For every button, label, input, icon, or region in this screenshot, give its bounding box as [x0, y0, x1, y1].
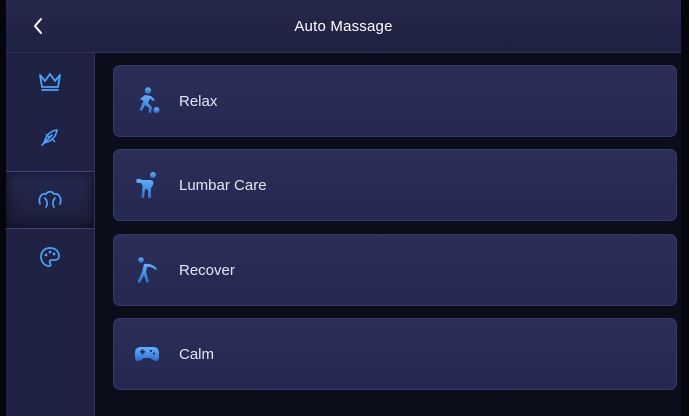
program-recover[interactable]: Recover [113, 234, 677, 306]
program-label: Recover [179, 261, 235, 279]
program-list: Relax Lumbar Care Recover Calm [95, 53, 681, 416]
program-calm[interactable]: Calm [113, 318, 677, 390]
chevron-left-icon [34, 18, 42, 34]
sidebar-item-themes[interactable] [6, 229, 94, 285]
sidebar [6, 53, 95, 416]
muscle-icon [38, 190, 62, 208]
program-label: Relax [179, 92, 218, 110]
screen-bezel-right [681, 0, 689, 416]
top-bar: Auto Massage [6, 0, 681, 53]
feather-icon [41, 129, 58, 146]
person-running-icon [129, 83, 165, 119]
page-title: Auto Massage [294, 17, 393, 35]
sidebar-item-premium[interactable] [6, 53, 94, 109]
person-stretching-icon [129, 167, 165, 203]
back-button[interactable] [22, 10, 54, 42]
person-bending-icon [129, 252, 165, 288]
program-label: Calm [179, 345, 215, 363]
sidebar-item-auto-massage[interactable] [6, 171, 94, 229]
program-label: Lumbar Care [179, 176, 267, 194]
palette-icon [40, 247, 60, 267]
sidebar-item-custom[interactable] [6, 109, 94, 165]
program-relax[interactable]: Relax [113, 65, 677, 137]
program-lumbar-care[interactable]: Lumbar Care [113, 149, 677, 221]
gamepad-icon [129, 336, 165, 372]
crown-icon [39, 73, 61, 91]
